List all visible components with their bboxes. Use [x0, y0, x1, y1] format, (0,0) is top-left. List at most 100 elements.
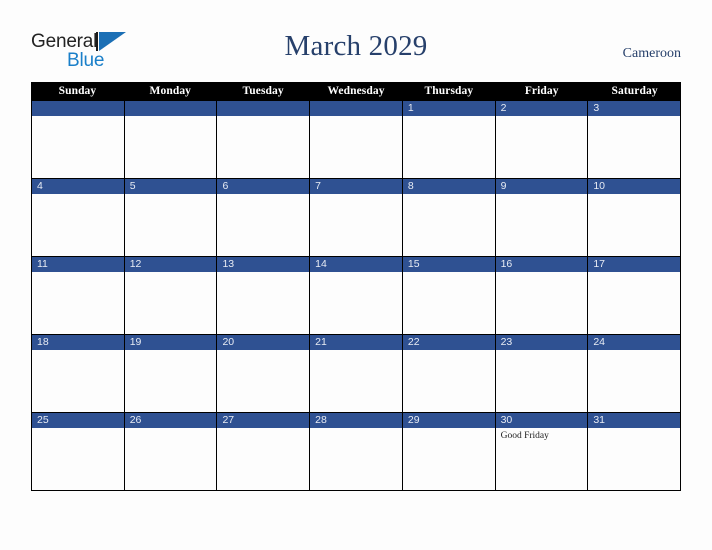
day-body — [125, 428, 217, 490]
day-number — [32, 101, 124, 116]
weekday-header-monday: Monday — [149, 85, 192, 97]
day-number: 14 — [310, 257, 402, 272]
day-body — [403, 350, 495, 412]
weekday-header-tuesday: Tuesday — [242, 85, 284, 97]
day-body — [310, 428, 402, 490]
day-body — [125, 116, 217, 178]
day-body: Good Friday — [496, 428, 588, 490]
day-number: 22 — [402, 335, 495, 350]
day-number: 21 — [310, 335, 402, 350]
day-cell-4[interactable]: 4 — [32, 179, 125, 256]
day-cell-24[interactable]: 24 — [588, 335, 682, 412]
day-body — [588, 272, 680, 334]
day-body — [32, 428, 124, 490]
day-cell-26[interactable]: 26 — [124, 413, 218, 490]
day-body — [403, 116, 495, 178]
page-title: March 2029 — [284, 30, 428, 62]
day-cell-12[interactable]: 12 — [124, 257, 218, 334]
day-cell-empty[interactable] — [217, 101, 311, 178]
day-cell-19[interactable]: 19 — [124, 335, 218, 412]
day-cell-3[interactable]: 3 — [588, 101, 682, 178]
day-body — [310, 272, 402, 334]
day-number — [310, 101, 402, 116]
day-cell-5[interactable]: 5 — [124, 179, 218, 256]
day-number: 15 — [402, 257, 495, 272]
day-cell-empty[interactable] — [124, 101, 218, 178]
day-number: 24 — [588, 335, 681, 350]
day-number: 17 — [588, 257, 681, 272]
day-body — [32, 116, 124, 178]
day-body — [403, 272, 495, 334]
day-cell-13[interactable]: 13 — [217, 257, 311, 334]
day-cell-6[interactable]: 6 — [217, 179, 311, 256]
day-cell-14[interactable]: 14 — [310, 257, 403, 334]
day-number: 30 — [495, 413, 588, 428]
day-cell-31[interactable]: 31 — [588, 413, 682, 490]
day-cell-25[interactable]: 25 — [32, 413, 125, 490]
day-cell-8[interactable]: 8 — [402, 179, 496, 256]
day-number: 27 — [217, 413, 310, 428]
weekday-header-friday: Friday — [524, 85, 559, 97]
day-body — [496, 350, 588, 412]
day-number: 5 — [124, 179, 217, 194]
day-cell-28[interactable]: 28 — [310, 413, 403, 490]
day-number: 9 — [495, 179, 588, 194]
day-cell-17[interactable]: 17 — [588, 257, 682, 334]
brand-logo[interactable]: General Blue — [31, 31, 161, 77]
day-cell-29[interactable]: 29 — [402, 413, 496, 490]
day-cell-27[interactable]: 27 — [217, 413, 311, 490]
day-body — [217, 194, 309, 256]
week-row: 11 12 13 14 15 16 17 — [31, 257, 682, 335]
day-cell-empty[interactable] — [32, 101, 125, 178]
day-body — [217, 428, 309, 490]
day-number: 1 — [402, 101, 495, 116]
day-number: 8 — [402, 179, 495, 194]
day-number: 25 — [32, 413, 124, 428]
country-label: Cameroon — [622, 46, 681, 61]
day-body — [496, 116, 588, 178]
day-cell-23[interactable]: 23 — [495, 335, 589, 412]
day-cell-9[interactable]: 9 — [495, 179, 589, 256]
day-number: 31 — [588, 413, 681, 428]
day-body — [310, 350, 402, 412]
day-cell-30[interactable]: 30 Good Friday — [495, 413, 589, 490]
day-cell-16[interactable]: 16 — [495, 257, 589, 334]
brand-name-blue: Blue — [67, 50, 105, 71]
weekday-header-wednesday: Wednesday — [327, 85, 385, 97]
day-cell-10[interactable]: 10 — [588, 179, 682, 256]
day-number: 23 — [495, 335, 588, 350]
weekday-header-thursday: Thursday — [424, 85, 474, 97]
day-number: 18 — [32, 335, 124, 350]
day-cell-15[interactable]: 15 — [402, 257, 496, 334]
day-cell-21[interactable]: 21 — [310, 335, 403, 412]
day-cell-7[interactable]: 7 — [310, 179, 403, 256]
day-cell-20[interactable]: 20 — [217, 335, 311, 412]
holiday-event-label: Good Friday — [500, 431, 549, 441]
day-number — [217, 101, 310, 116]
day-cell-22[interactable]: 22 — [402, 335, 496, 412]
day-cell-18[interactable]: 18 — [32, 335, 125, 412]
day-body — [403, 194, 495, 256]
day-body — [310, 116, 402, 178]
week-row: 18 19 20 21 22 23 24 — [31, 335, 682, 413]
day-number — [124, 101, 217, 116]
day-number: 26 — [124, 413, 217, 428]
day-body — [217, 272, 309, 334]
triangle-icon — [99, 32, 126, 51]
weekday-header-row: Sunday Monday Tuesday Wednesday Thursday Frid… — [31, 82, 681, 101]
day-cell-empty[interactable] — [310, 101, 403, 178]
logo-bar-icon — [96, 32, 98, 51]
day-body — [403, 428, 495, 490]
day-cell-11[interactable]: 11 — [32, 257, 125, 334]
day-body — [217, 116, 309, 178]
day-cell-2[interactable]: 2 — [495, 101, 589, 178]
day-body — [32, 272, 124, 334]
day-number: 28 — [310, 413, 402, 428]
day-body — [588, 428, 680, 490]
day-cell-1[interactable]: 1 — [402, 101, 496, 178]
day-body — [32, 194, 124, 256]
day-number: 29 — [402, 413, 495, 428]
day-body — [496, 272, 588, 334]
day-number: 13 — [217, 257, 310, 272]
day-body — [588, 350, 680, 412]
